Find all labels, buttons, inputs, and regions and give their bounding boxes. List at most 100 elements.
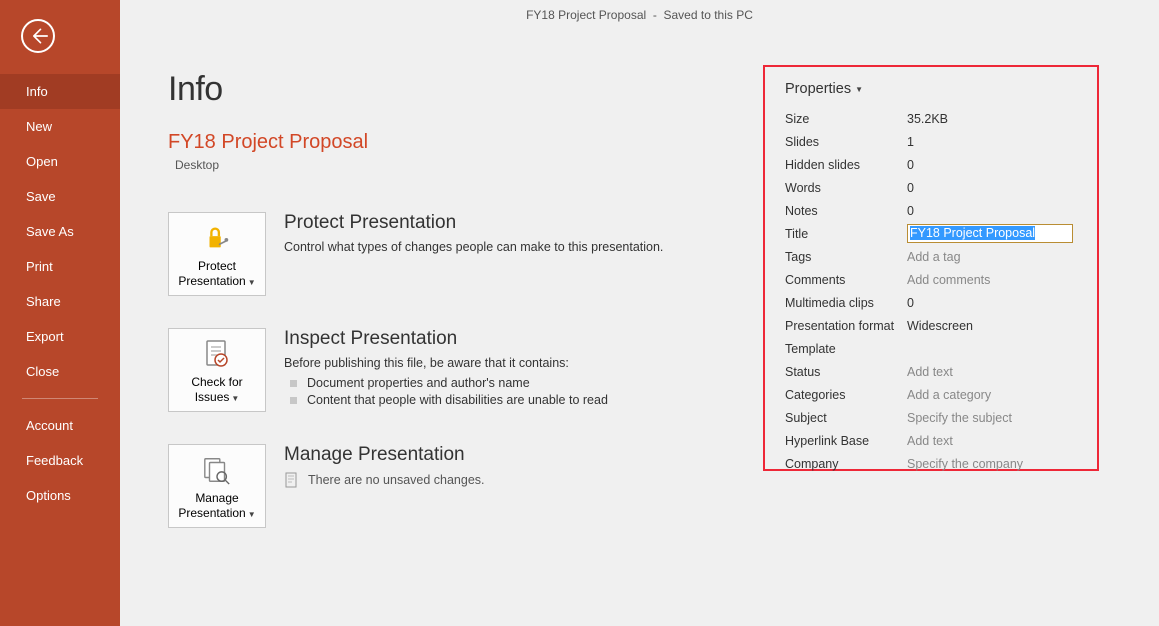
inspect-item: Content that people with disabilities ar… <box>290 393 608 407</box>
property-row: Hidden slides0 <box>785 153 1083 176</box>
property-row: CompanySpecify the company <box>785 452 1083 475</box>
protect-presentation-button[interactable]: Protect Presentation▼ <box>168 212 266 296</box>
manage-section: Manage Presentation▼ Manage Presentation… <box>168 444 759 528</box>
titlebar-status: Saved to this PC <box>664 8 753 22</box>
property-value: 0 <box>907 181 914 195</box>
unsaved-line: There are no unsaved changes. <box>284 472 485 488</box>
property-label: Slides <box>785 135 907 149</box>
inspect-desc: Before publishing this file, be aware th… <box>284 356 608 370</box>
property-label: Categories <box>785 388 907 402</box>
property-label: Title <box>785 227 907 241</box>
lock-icon <box>202 221 232 255</box>
document-check-icon <box>204 337 230 371</box>
content: Info FY18 Project Proposal Desktop Prote… <box>120 0 1159 560</box>
property-value: 0 <box>907 204 914 218</box>
property-value[interactable]: Specify the company <box>907 457 1023 471</box>
sidebar-item-new[interactable]: New <box>0 109 120 144</box>
property-value[interactable]: Add text <box>907 365 953 379</box>
chevron-down-icon: ▼ <box>855 85 863 94</box>
file-title: FY18 Project Proposal <box>168 131 759 154</box>
property-label: Hidden slides <box>785 158 907 172</box>
property-label: Presentation format <box>785 319 907 333</box>
unsaved-text: There are no unsaved changes. <box>308 473 485 487</box>
sidebar-item-feedback[interactable]: Feedback <box>0 443 120 478</box>
property-label: Notes <box>785 204 907 218</box>
document-icon <box>284 472 300 488</box>
manage-presentation-button[interactable]: Manage Presentation▼ <box>168 444 266 528</box>
protect-section: Protect Presentation▼ Protect Presentati… <box>168 212 759 296</box>
sidebar-item-close[interactable]: Close <box>0 354 120 389</box>
inspect-list: Document properties and author's name Co… <box>290 376 608 407</box>
title-bar: FY18 Project Proposal - Saved to this PC <box>120 0 1159 30</box>
property-label: Hyperlink Base <box>785 434 907 448</box>
protect-heading: Protect Presentation <box>284 212 663 234</box>
protect-text: Protect Presentation Control what types … <box>284 212 663 296</box>
property-row: TagsAdd a tag <box>785 245 1083 268</box>
back-button[interactable] <box>21 19 55 53</box>
protect-desc: Control what types of changes people can… <box>284 240 663 254</box>
property-row: Words0 <box>785 176 1083 199</box>
property-label: Multimedia clips <box>785 296 907 310</box>
property-value: 0 <box>907 158 914 172</box>
property-row: TitleFY18 Project Proposal <box>785 222 1083 245</box>
file-location: Desktop <box>175 158 759 172</box>
backstage-sidebar: InfoNewOpenSaveSave AsPrintShareExportCl… <box>0 0 120 626</box>
nav-bottom: AccountFeedbackOptions <box>0 408 120 513</box>
inspect-text: Inspect Presentation Before publishing t… <box>284 328 608 412</box>
properties-header-label: Properties <box>785 81 851 97</box>
property-value[interactable]: Add a category <box>907 388 991 402</box>
property-value: 35.2KB <box>907 112 948 126</box>
property-value: 0 <box>907 296 914 310</box>
inspect-item: Document properties and author's name <box>290 376 608 390</box>
main-area: FY18 Project Proposal - Saved to this PC… <box>120 0 1159 626</box>
chevron-down-icon: ▼ <box>248 510 256 519</box>
sidebar-item-print[interactable]: Print <box>0 249 120 284</box>
property-value[interactable]: Specify the subject <box>907 411 1012 425</box>
sidebar-item-account[interactable]: Account <box>0 408 120 443</box>
title-input[interactable]: FY18 Project Proposal <box>907 224 1073 243</box>
property-label: Comments <box>785 273 907 287</box>
property-label: Words <box>785 181 907 195</box>
properties-panel: Properties ▼ Size35.2KBSlides1Hidden sli… <box>763 65 1099 471</box>
property-row: StatusAdd text <box>785 360 1083 383</box>
arrow-left-icon <box>28 26 48 46</box>
property-value[interactable]: Add comments <box>907 273 990 287</box>
property-value[interactable]: Add a tag <box>907 250 961 264</box>
property-label: Size <box>785 112 907 126</box>
property-row: Hyperlink BaseAdd text <box>785 429 1083 452</box>
properties-dropdown[interactable]: Properties ▼ <box>785 81 1083 97</box>
nav-separator <box>22 398 98 399</box>
sidebar-item-options[interactable]: Options <box>0 478 120 513</box>
sidebar-item-info[interactable]: Info <box>0 74 120 109</box>
nav-top: InfoNewOpenSaveSave AsPrintShareExportCl… <box>0 74 120 389</box>
property-row: Multimedia clips0 <box>785 291 1083 314</box>
property-row: CommentsAdd comments <box>785 268 1083 291</box>
manage-icon <box>202 453 232 487</box>
protect-button-label: Protect Presentation▼ <box>173 259 261 289</box>
sidebar-item-save[interactable]: Save <box>0 179 120 214</box>
property-label: Subject <box>785 411 907 425</box>
check-for-issues-button[interactable]: Check for Issues▼ <box>168 328 266 412</box>
sidebar-item-export[interactable]: Export <box>0 319 120 354</box>
property-row: Slides1 <box>785 130 1083 153</box>
manage-button-label: Manage Presentation▼ <box>173 491 261 521</box>
property-row: Presentation formatWidescreen <box>785 314 1083 337</box>
left-column: Info FY18 Project Proposal Desktop Prote… <box>168 70 759 560</box>
property-label: Template <box>785 342 907 356</box>
property-label: Company <box>785 457 907 471</box>
property-value: 1 <box>907 135 914 149</box>
property-label: Tags <box>785 250 907 264</box>
sidebar-item-share[interactable]: Share <box>0 284 120 319</box>
property-value[interactable]: Add text <box>907 434 953 448</box>
inspect-button-label: Check for Issues▼ <box>173 375 261 405</box>
sidebar-item-saveas[interactable]: Save As <box>0 214 120 249</box>
chevron-down-icon: ▼ <box>231 394 239 403</box>
inspect-section: Check for Issues▼ Inspect Presentation B… <box>168 328 759 412</box>
property-row: Template <box>785 337 1083 360</box>
back-button-wrap <box>0 0 120 74</box>
manage-text: Manage Presentation There are no unsaved… <box>284 444 485 528</box>
property-row: Notes0 <box>785 199 1083 222</box>
sidebar-item-open[interactable]: Open <box>0 144 120 179</box>
property-label: Status <box>785 365 907 379</box>
property-row: SubjectSpecify the subject <box>785 406 1083 429</box>
